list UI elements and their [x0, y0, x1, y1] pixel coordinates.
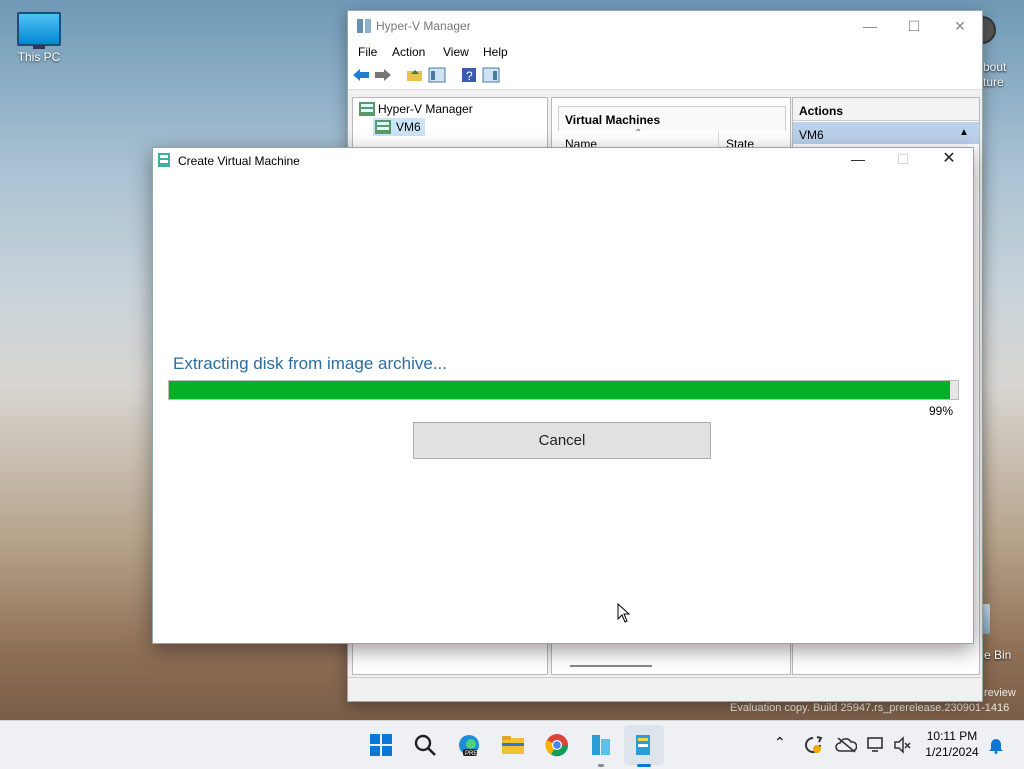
progress-percent: 99%	[929, 404, 954, 418]
file-explorer-icon[interactable]	[501, 733, 525, 757]
progress-bar-fill	[169, 381, 951, 399]
group-label: VM6	[799, 128, 824, 142]
menu-action[interactable]: Action	[392, 45, 425, 59]
clock-time: 10:11 PM	[926, 729, 978, 743]
status-bar	[348, 677, 982, 700]
desktop-icon-label: ture	[983, 75, 1004, 89]
desktop-icon-this-pc[interactable]: This PC	[4, 12, 74, 64]
collapse-arrow-icon[interactable]: ▲	[959, 127, 969, 138]
taskbar-item-create-vm[interactable]	[624, 725, 664, 767]
window-title: Hyper-V Manager	[376, 19, 471, 33]
chrome-icon[interactable]	[545, 733, 569, 757]
section-title: Actions	[799, 104, 844, 118]
system-clock[interactable]: 10:11 PM 1/21/2024	[918, 728, 986, 762]
computer-icon	[17, 12, 61, 49]
sort-ascending-icon: ⌃	[634, 128, 643, 139]
back-arrow-icon[interactable]	[352, 67, 370, 83]
volume-muted-icon[interactable]	[893, 736, 911, 754]
dialog-title: Create Virtual Machine	[178, 154, 300, 168]
show-hide-console-tree-icon[interactable]	[428, 67, 446, 83]
cancel-button[interactable]: Cancel	[413, 422, 711, 459]
tree-item-label: VM6	[396, 120, 421, 134]
forward-arrow-icon[interactable]	[374, 67, 392, 83]
minimize-button[interactable]: —	[850, 15, 890, 37]
menu-file[interactable]: File	[358, 45, 377, 59]
menu-bar: File Action View Help	[348, 41, 982, 63]
watermark-text: review	[984, 687, 1016, 699]
edge-browser-icon[interactable]: PRE	[457, 733, 481, 757]
create-vm-taskbar-icon	[636, 735, 650, 755]
taskbar: PRE ⌃ 10:11 PM 1/21/2024	[0, 720, 1024, 769]
toolbar: ?	[348, 63, 982, 90]
help-icon[interactable]: ?	[460, 67, 478, 83]
show-hidden-icons-chevron-icon[interactable]: ⌃	[774, 734, 786, 751]
server-icon	[375, 120, 391, 134]
notification-bell-icon[interactable]	[988, 736, 1004, 754]
onedrive-offline-icon[interactable]	[835, 737, 857, 753]
horizontal-scrollbar[interactable]	[570, 665, 652, 667]
desktop-icon-label: This PC	[17, 50, 61, 64]
sync-icon[interactable]	[803, 735, 823, 755]
menu-help[interactable]: Help	[483, 45, 508, 59]
progress-bar	[168, 380, 959, 400]
watermark-text: Evaluation copy. Build 25947.rs_prerelea…	[730, 702, 1010, 714]
up-folder-icon[interactable]	[406, 67, 424, 83]
svg-text:?: ?	[466, 69, 473, 83]
virtual-machines-header: Virtual Machines	[558, 106, 786, 131]
menu-view[interactable]: View	[443, 45, 469, 59]
section-title: Virtual Machines	[565, 113, 661, 127]
hyperv-titlebar[interactable]: Hyper-V Manager — ☐ ✕	[348, 11, 982, 41]
actions-header: Actions	[793, 98, 979, 121]
mouse-cursor-icon	[617, 603, 631, 623]
close-button[interactable]: ✕	[929, 148, 969, 170]
desktop-icon-label: bout	[983, 60, 1007, 74]
taskbar-active-indicator	[598, 764, 604, 767]
hyperv-manager-icon	[359, 102, 375, 116]
hyperv-manager-taskbar-icon[interactable]	[589, 733, 613, 757]
hyperv-app-icon	[357, 19, 371, 33]
network-icon[interactable]	[866, 736, 886, 754]
minimize-button[interactable]: —	[838, 148, 878, 170]
svg-text:PRE: PRE	[465, 751, 477, 757]
taskbar-active-indicator	[637, 764, 651, 767]
maximize-button: ☐	[896, 151, 910, 167]
close-button[interactable]: ✕	[940, 15, 980, 37]
maximize-button[interactable]: ☐	[894, 15, 934, 37]
start-button-icon[interactable]	[369, 733, 393, 757]
tree-item-vm6[interactable]: VM6	[373, 118, 425, 136]
create-vm-dialog[interactable]: Create Virtual Machine — ☐ ✕ Extracting …	[152, 147, 974, 644]
tree-root-label[interactable]: Hyper-V Manager	[378, 102, 473, 116]
actions-group-vm6[interactable]: VM6 ▲	[793, 122, 979, 144]
dialog-app-icon	[158, 153, 170, 167]
progress-status-text: Extracting disk from image archive...	[173, 354, 447, 373]
show-hide-action-pane-icon[interactable]	[482, 67, 500, 83]
recycle-bin-label: e Bin	[984, 648, 1012, 662]
search-icon[interactable]	[413, 733, 437, 757]
clock-date: 1/21/2024	[925, 745, 979, 759]
